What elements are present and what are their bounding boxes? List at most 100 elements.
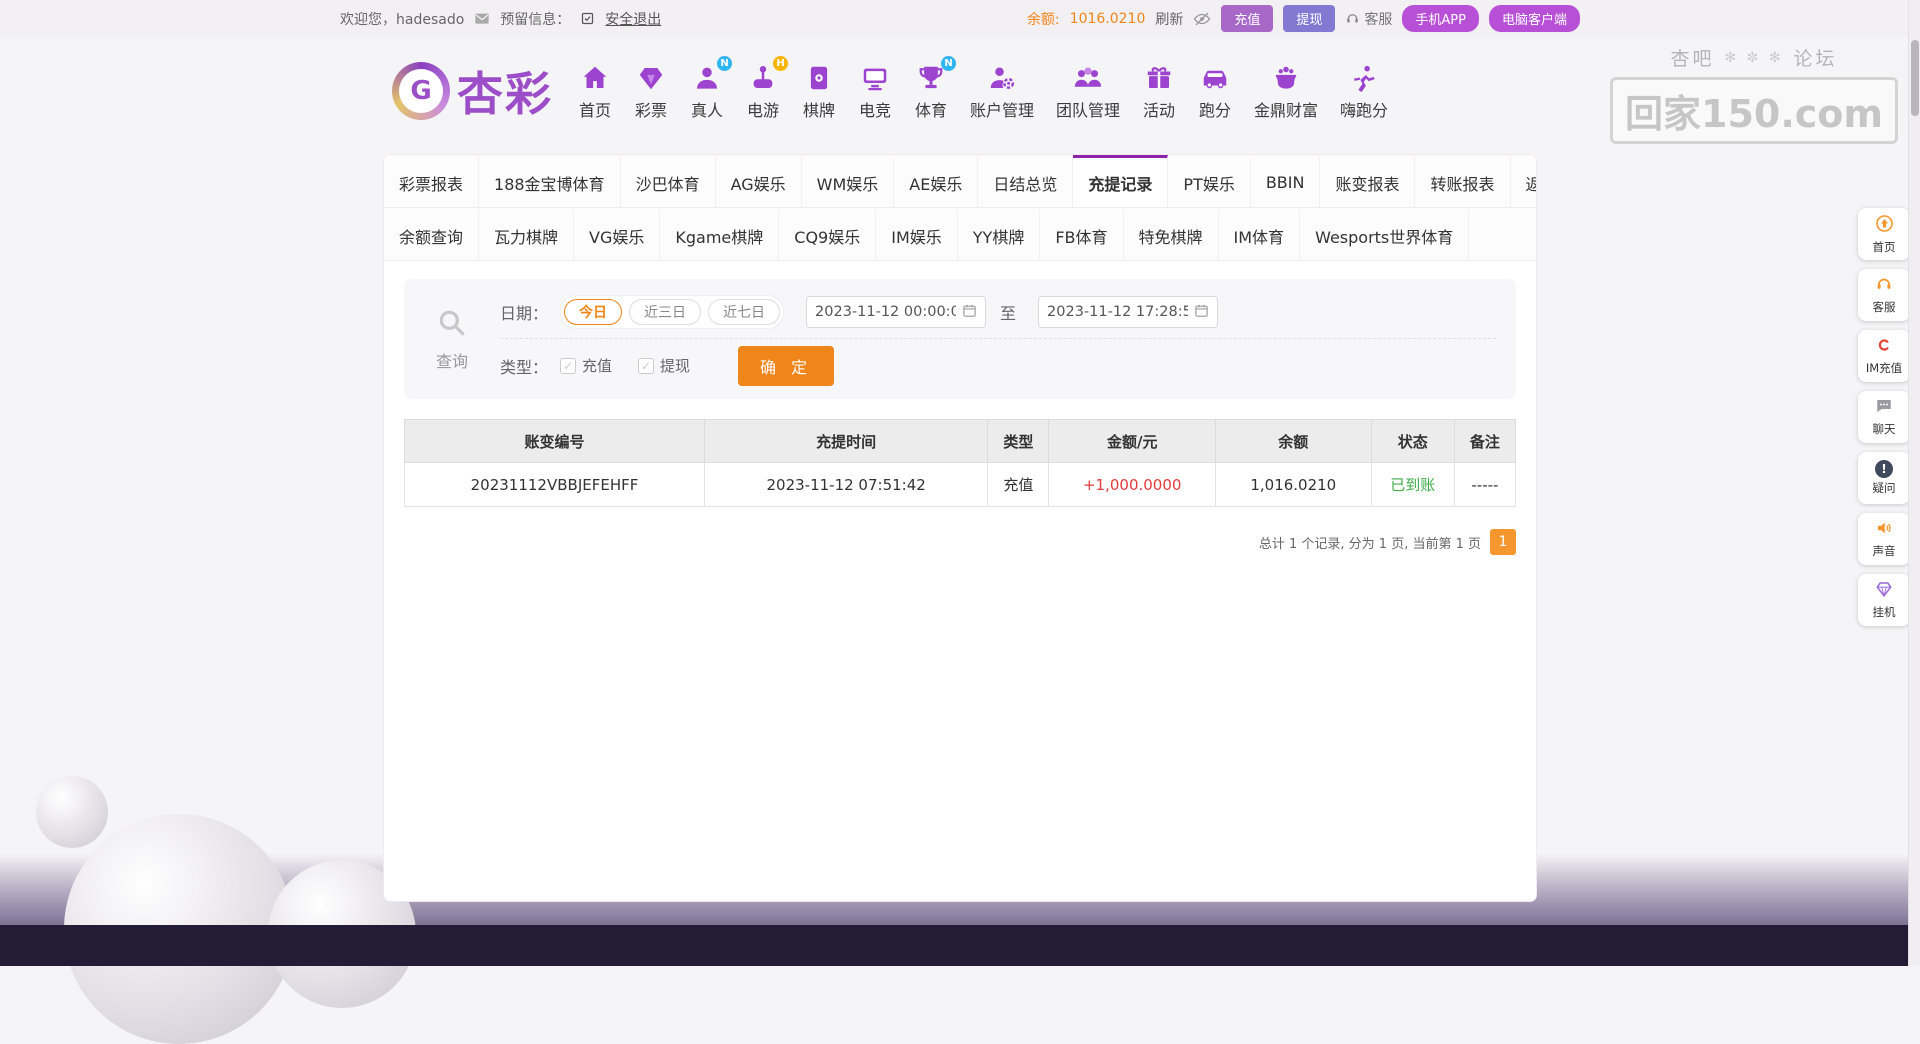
nav-item-live-casino[interactable]: N 真人 <box>679 61 735 121</box>
tab-im-sports[interactable]: IM体育 <box>1219 208 1301 260</box>
note-check-icon[interactable] <box>580 11 595 26</box>
tab-rebate-total[interactable]: 返点总额 <box>1511 155 1537 207</box>
sports-icon: N <box>914 61 948 95</box>
tab-wesports[interactable]: Wesports世界体育 <box>1300 208 1469 260</box>
nav-item-sports[interactable]: N 体育 <box>903 61 959 121</box>
date-to-input[interactable] <box>1047 304 1188 320</box>
float-im-recharge-button[interactable]: IM充值 <box>1858 330 1910 382</box>
egames-icon: H <box>746 61 780 95</box>
nav-item-account-management[interactable]: 账户管理 <box>959 61 1045 121</box>
nav-item-team-management[interactable]: 团队管理 <box>1045 61 1131 121</box>
watermark-left: 杏吧 <box>1670 44 1714 71</box>
date-to-field <box>1038 296 1218 328</box>
deposit-checkbox[interactable]: ✓ <box>560 358 576 374</box>
float-service-button[interactable]: 客服 <box>1858 269 1910 321</box>
paofen-car-icon <box>1198 61 1232 95</box>
tab-temian-chess[interactable]: 特免棋牌 <box>1124 208 1219 260</box>
col-change-id: 账变编号 <box>405 420 705 463</box>
page-1-button[interactable]: 1 <box>1490 529 1516 555</box>
account-management-icon <box>985 61 1019 95</box>
tab-wm-casino[interactable]: WM娱乐 <box>802 155 895 207</box>
floating-side-menu: 首页 客服 IM充值 聊天 ! 疑问 声音 挂机 <box>1858 208 1910 626</box>
main-nav: 首页 彩票 N 真人 H 电游 棋牌 电竞 <box>567 61 1399 121</box>
tab-transfer-report[interactable]: 转账报表 <box>1415 155 1510 207</box>
quick-3days-button[interactable]: 近三日 <box>629 299 701 325</box>
report-tabs-row-2: 余额查询 瓦力棋牌 VG娱乐 Kgame棋牌 CQ9娱乐 IM娱乐 YY棋牌 F… <box>384 208 1536 261</box>
tab-cq9-casino[interactable]: CQ9娱乐 <box>779 208 876 260</box>
type-withdraw-option[interactable]: ✓ 提现 <box>638 355 690 376</box>
nav-item-egames[interactable]: H 电游 <box>735 61 791 121</box>
col-amount: 金额/元 <box>1049 420 1216 463</box>
quick-7days-button[interactable]: 近七日 <box>708 299 780 325</box>
tab-deposit-withdraw-records[interactable]: 充提记录 <box>1073 155 1168 207</box>
float-afk-button[interactable]: 挂机 <box>1858 574 1910 626</box>
home-icon <box>578 61 612 95</box>
tab-balance-query[interactable]: 余额查询 <box>384 208 479 260</box>
site-logo[interactable]: G 杏彩 <box>392 58 553 124</box>
deposit-button[interactable]: 充值 <box>1221 5 1273 32</box>
magnifier-icon <box>436 307 468 343</box>
tab-daily-summary[interactable]: 日结总览 <box>978 155 1073 207</box>
nav-item-chess[interactable]: 棋牌 <box>791 61 847 121</box>
confirm-button[interactable]: 确 定 <box>738 346 834 386</box>
scrollbar-thumb[interactable] <box>1911 40 1919 116</box>
eye-off-icon[interactable] <box>1193 10 1211 28</box>
tab-pt-casino[interactable]: PT娱乐 <box>1168 155 1250 207</box>
date-from-input[interactable] <box>815 304 956 320</box>
nav-item-activity[interactable]: 活动 <box>1131 61 1187 121</box>
tab-wali-chess[interactable]: 瓦力棋牌 <box>479 208 574 260</box>
chess-icon <box>802 61 836 95</box>
tab-ae-casino[interactable]: AE娱乐 <box>894 155 978 207</box>
table-row: 20231112VBBJEFEHFF 2023-11-12 07:51:42 充… <box>405 463 1516 507</box>
diamond-icon <box>1875 580 1893 602</box>
envelope-icon[interactable] <box>474 11 490 27</box>
tab-ag-casino[interactable]: AG娱乐 <box>716 155 802 207</box>
pc-client-button[interactable]: 电脑客户端 <box>1489 5 1580 32</box>
logout-link[interactable]: 安全退出 <box>605 9 661 29</box>
float-question-button[interactable]: ! 疑问 <box>1858 452 1910 504</box>
nav-item-esports[interactable]: 电竞 <box>847 61 903 121</box>
watermark-right: 论坛 <box>1794 44 1838 71</box>
tab-vg-casino[interactable]: VG娱乐 <box>574 208 660 260</box>
tab-kgame-chess[interactable]: Kgame棋牌 <box>660 208 779 260</box>
tab-yy-chess[interactable]: YY棋牌 <box>958 208 1041 260</box>
cell-type: 充值 <box>988 463 1049 507</box>
col-status: 状态 <box>1371 420 1454 463</box>
nav-item-home[interactable]: 首页 <box>567 61 623 121</box>
runner-icon <box>1347 61 1381 95</box>
float-sound-button[interactable]: 声音 <box>1858 513 1910 565</box>
type-deposit-option[interactable]: ✓ 充值 <box>560 355 612 376</box>
nav-item-paofen[interactable]: 跑分 <box>1187 61 1243 121</box>
quick-today-button[interactable]: 今日 <box>564 299 622 325</box>
customer-service-link[interactable]: 客服 <box>1345 9 1392 29</box>
withdraw-checkbox[interactable]: ✓ <box>638 358 654 374</box>
headset-icon <box>1345 11 1360 26</box>
date-label: 日期： <box>500 300 548 324</box>
table-header-row: 账变编号 充提时间 类型 金额/元 余额 状态 备注 <box>405 420 1516 463</box>
home-up-icon <box>1875 214 1894 237</box>
activity-icon <box>1142 61 1176 95</box>
tab-fb-sports[interactable]: FB体育 <box>1040 208 1123 260</box>
watermark-domain: 回家150.com <box>1610 77 1898 144</box>
nav-item-wealth[interactable]: 金鼎财富 <box>1243 61 1329 121</box>
tab-account-change-report[interactable]: 账变报表 <box>1320 155 1415 207</box>
tab-188-sports[interactable]: 188金宝博体育 <box>479 155 621 207</box>
nav-item-hi-paofen[interactable]: 嗨跑分 <box>1329 61 1399 121</box>
calendar-icon[interactable] <box>962 303 977 322</box>
tab-lottery-report[interactable]: 彩票报表 <box>384 155 479 207</box>
calendar-icon[interactable] <box>1194 303 1209 322</box>
query-block: 查询 <box>404 286 500 392</box>
tab-im-casino[interactable]: IM娱乐 <box>876 208 958 260</box>
tab-bbin[interactable]: BBIN <box>1251 155 1321 207</box>
site-watermark: 杏吧 ✻ ✼ ✻ 论坛 回家150.com <box>1610 44 1898 144</box>
mobile-app-button[interactable]: 手机APP <box>1402 5 1479 32</box>
type-label: 类型： <box>500 354 548 378</box>
refresh-link[interactable]: 刷新 <box>1155 9 1183 29</box>
float-home-button[interactable]: 首页 <box>1858 208 1910 260</box>
tab-shaba-sports[interactable]: 沙巴体育 <box>621 155 716 207</box>
scrollbar-track[interactable] <box>1908 0 1920 966</box>
withdraw-button[interactable]: 提现 <box>1283 5 1335 32</box>
nav-item-lottery[interactable]: 彩票 <box>623 61 679 121</box>
topbar: 欢迎您，hadesado 预留信息： 安全退出 余额: 1016.0210 刷新… <box>0 0 1920 37</box>
float-chat-button[interactable]: 聊天 <box>1858 391 1910 443</box>
